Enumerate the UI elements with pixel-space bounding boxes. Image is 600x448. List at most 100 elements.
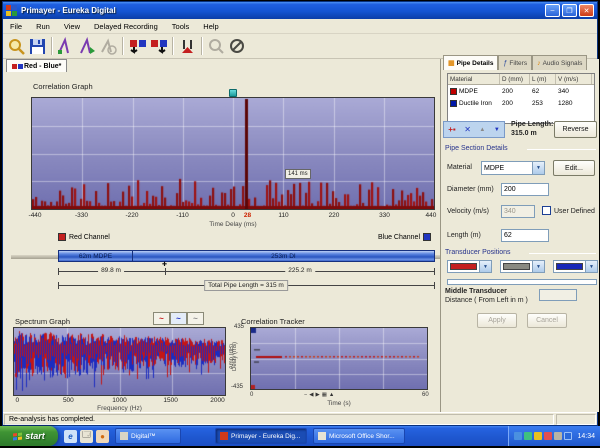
pipe-segment-mdpe[interactable]: 62m MDPE	[59, 251, 133, 261]
menu-tools[interactable]: Tools	[165, 21, 197, 32]
transducer-positions-title: Transducer Positions	[445, 249, 515, 256]
edit-button[interactable]: Edit...	[553, 160, 595, 176]
user-defined-checkbox[interactable]	[542, 206, 551, 215]
table-row[interactable]: Ductile Iron 200 253 1280	[448, 97, 594, 109]
internet-explorer-icon[interactable]: e	[64, 430, 77, 443]
pipe-length-label: Pipe Length:	[511, 121, 553, 128]
show-desktop-icon[interactable]: 🗔	[80, 430, 93, 443]
left-transducer-combo[interactable]: ▼	[447, 260, 492, 273]
messenger-icon[interactable]	[524, 432, 532, 440]
tracker-x0: 0	[250, 392, 253, 398]
chevron-down-icon[interactable]: ▼	[532, 162, 544, 174]
tracker-grid-icon[interactable]: ▦	[322, 392, 327, 398]
menu-file[interactable]: File	[3, 21, 29, 32]
spectrum-plot[interactable]	[14, 328, 225, 395]
cancel-button[interactable]: Cancel	[527, 313, 567, 328]
menu-help[interactable]: Help	[196, 21, 225, 32]
pipe-segment-di[interactable]: 253m DI	[133, 251, 434, 261]
stop-icon[interactable]	[227, 36, 248, 57]
add-section-icon[interactable]: +▪	[448, 125, 456, 134]
media-player-icon[interactable]: ●	[96, 430, 109, 443]
tab-pipe-details[interactable]: ▦ Pipe Details	[443, 55, 498, 70]
move-up-icon[interactable]: ▲	[479, 127, 485, 133]
tracker-plot[interactable]	[251, 328, 427, 389]
taskbar-button-digital[interactable]: Digital™	[115, 428, 181, 444]
open-correlation-icon[interactable]	[6, 36, 27, 57]
middle-transducer-combo[interactable]: ▼	[500, 260, 545, 273]
save-icon[interactable]	[27, 36, 48, 57]
menu-run[interactable]: Run	[29, 21, 57, 32]
transducer-position-bar[interactable]	[447, 279, 597, 285]
pipe-schematic[interactable]: 62m MDPE 253m DI	[58, 250, 435, 262]
peak-cursor-handle[interactable]	[229, 89, 237, 97]
grey-spectrum-toggle[interactable]: ~	[187, 312, 204, 325]
axis-tick: 110	[278, 212, 288, 219]
menu-delayed-recording[interactable]: Delayed Recording	[87, 21, 165, 32]
tracker-up-icon[interactable]: ▲	[329, 392, 334, 398]
download-red-logger-icon[interactable]	[127, 36, 148, 57]
volume-icon[interactable]	[564, 432, 572, 440]
red-channel-icon	[58, 233, 66, 241]
col-length: L (m)	[530, 74, 556, 84]
filters-icon: ƒ	[503, 60, 507, 67]
update-icon[interactable]	[554, 432, 562, 440]
col-velocity: V (m/s)	[556, 74, 592, 84]
tab-audio-signals[interactable]: ♪ Audio Signals	[532, 55, 587, 70]
show-peak-icon[interactable]	[56, 36, 77, 57]
tracker-left-icon[interactable]: ◀	[309, 392, 313, 398]
leak-right-distance: 225.2 m	[285, 267, 315, 275]
start-button[interactable]: start	[0, 426, 58, 446]
red-channel-label: Red Channel	[69, 234, 110, 241]
tab-red-blue[interactable]: Red - Blue*	[6, 59, 67, 72]
download-blue-logger-icon[interactable]	[148, 36, 169, 57]
menu-view[interactable]: View	[57, 21, 87, 32]
zoom-icon[interactable]	[206, 36, 227, 57]
reverse-button[interactable]: Reverse	[554, 121, 597, 138]
grey-transducer-swatch	[503, 263, 530, 270]
scan-icon[interactable]	[544, 432, 552, 440]
system-tray: 14:34	[508, 426, 600, 446]
tracker-x-label: Time (s)	[250, 400, 428, 407]
pipe-materials-table[interactable]: Material D (mm) L (m) V (m/s) MDPE 200 6…	[447, 73, 595, 124]
maximize-button[interactable]: ❐	[562, 4, 577, 17]
tab-filters[interactable]: ƒ Filters	[498, 55, 532, 70]
start-label: start	[25, 431, 45, 441]
spectrum-x-label: Frequency (Hz)	[13, 405, 226, 412]
group-divider	[529, 253, 596, 254]
chevron-down-icon[interactable]: ▼	[532, 261, 544, 272]
auto-scale-icon[interactable]	[98, 36, 119, 57]
material-value: MDPE	[482, 162, 532, 174]
tracker-right-icon[interactable]: ▶	[315, 392, 319, 398]
tracker-plot-frame	[250, 327, 428, 390]
length-input[interactable]: 62	[501, 229, 549, 242]
taskbar-button-primayer[interactable]: Primayer - Eureka Dig...	[215, 428, 307, 444]
correlation-plot[interactable]	[32, 98, 434, 209]
display-icon[interactable]	[514, 432, 522, 440]
shield-icon[interactable]	[534, 432, 542, 440]
right-transducer-combo[interactable]: ▼	[553, 260, 598, 273]
move-down-icon[interactable]: ▼	[494, 127, 500, 133]
close-button[interactable]: ✕	[579, 4, 594, 17]
material-combo[interactable]: MDPE ▼	[481, 161, 545, 175]
re-analyse-icon[interactable]	[77, 36, 98, 57]
table-row[interactable]: MDPE 200 62 340	[448, 85, 594, 97]
diameter-input[interactable]: 200	[501, 183, 549, 196]
delete-section-icon[interactable]: ✕	[464, 125, 471, 134]
quick-launch: e 🗔 ●	[64, 430, 109, 443]
audio-signals-icon: ♪	[537, 60, 541, 67]
red-spectrum-toggle[interactable]: ~	[153, 312, 170, 325]
mdpe-swatch	[450, 88, 457, 95]
chevron-down-icon[interactable]: ▼	[585, 261, 597, 272]
cursor-delay-value: 28	[244, 212, 251, 219]
minimize-button[interactable]: –	[545, 4, 560, 17]
middle-transducer-label-2: Distance ( From Left in m )	[445, 297, 528, 304]
apply-button[interactable]: Apply	[477, 313, 517, 328]
section-toolbar: +▪ ✕ ▲ ▼	[443, 121, 505, 138]
middle-transducer-label-1: Middle Transducer	[445, 288, 507, 295]
tracker-zoom-out-icon[interactable]: −	[304, 392, 307, 398]
chevron-down-icon[interactable]: ▼	[479, 261, 491, 272]
taskbar-button-office[interactable]: Microsoft Office Shor...	[313, 428, 405, 444]
tracker-ymax: 435	[234, 324, 244, 330]
blue-spectrum-toggle[interactable]: ~	[170, 312, 187, 325]
band-filter-icon[interactable]	[177, 36, 198, 57]
